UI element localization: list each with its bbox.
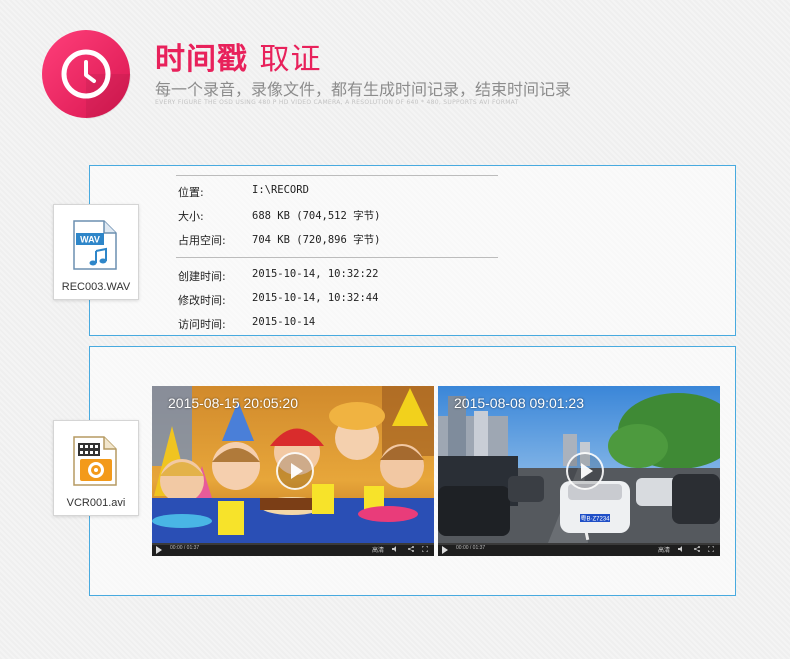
- property-label: 占用空间:: [178, 234, 226, 247]
- page-subtitle: 每一个录音，录像文件，都有生成时间记录，结束时间记录: [155, 80, 572, 99]
- video-timestamp: 2015-08-15 20:05:20: [168, 395, 298, 411]
- english-caption: EVERY FIGURE THE OSD USING 480 P HD VIDE…: [155, 99, 519, 106]
- video-file-name: VCR001.avi: [66, 497, 126, 509]
- wav-badge: WAV: [80, 235, 100, 245]
- property-value: 2015-10-14, 10:32:22: [252, 268, 379, 280]
- property-value: I:\RECORD: [252, 184, 309, 196]
- property-label: 位置:: [178, 186, 204, 199]
- fullscreen-icon[interactable]: [422, 546, 428, 552]
- title-light: 取证: [259, 42, 322, 77]
- property-value: 688 KB (704,512 字节): [252, 210, 381, 222]
- video-time: 00:00 / 01:37: [456, 545, 486, 551]
- wav-file-icon: WAV: [73, 220, 117, 270]
- play-icon[interactable]: [442, 546, 448, 554]
- properties-top-divider: [176, 175, 498, 176]
- video-time: 00:00 / 01:37: [170, 545, 200, 551]
- audio-file-tile[interactable]: WAV REC003.WAV: [53, 204, 139, 300]
- page-title: 时间戳 取证: [155, 34, 321, 78]
- video-player-road[interactable]: 粤B·Z7234 2015-08-08 09:01:23 00:00 / 01:…: [438, 386, 720, 556]
- audio-file-name: REC003.WAV: [61, 281, 131, 293]
- fullscreen-icon[interactable]: [708, 546, 714, 552]
- share-icon[interactable]: [694, 546, 700, 552]
- video-control-bar: 00:00 / 01:37 高清: [152, 543, 434, 556]
- play-button[interactable]: [566, 452, 604, 490]
- license-plate: 粤B·Z7234: [580, 515, 610, 523]
- clock-icon: [42, 30, 131, 119]
- video-timestamp: 2015-08-08 09:01:23: [454, 395, 584, 411]
- volume-icon[interactable]: [392, 546, 398, 552]
- property-value: 2015-10-14: [252, 316, 316, 328]
- video-file-tile[interactable]: VCR001.avi: [53, 420, 139, 516]
- title-bold: 时间戳: [155, 42, 248, 77]
- video-file-icon: [73, 436, 117, 486]
- video-player-party[interactable]: 2015-08-15 20:05:20 00:00 / 01:37 高清: [152, 386, 434, 556]
- volume-icon[interactable]: [678, 546, 684, 552]
- quality-toggle[interactable]: 高清: [372, 545, 384, 554]
- quality-toggle[interactable]: 高清: [658, 545, 670, 554]
- property-label: 创建时间:: [178, 270, 226, 283]
- property-value: 704 KB (720,896 字节): [252, 234, 381, 246]
- video-control-bar: 00:00 / 01:37 高清: [438, 543, 720, 556]
- property-label: 大小:: [178, 210, 204, 223]
- play-button[interactable]: [276, 452, 314, 490]
- property-value: 2015-10-14, 10:32:44: [252, 292, 379, 304]
- property-label: 修改时间:: [178, 294, 226, 307]
- play-icon[interactable]: [156, 546, 162, 554]
- property-label: 访问时间:: [178, 318, 226, 331]
- share-icon[interactable]: [408, 546, 414, 552]
- properties-mid-divider: [176, 257, 498, 258]
